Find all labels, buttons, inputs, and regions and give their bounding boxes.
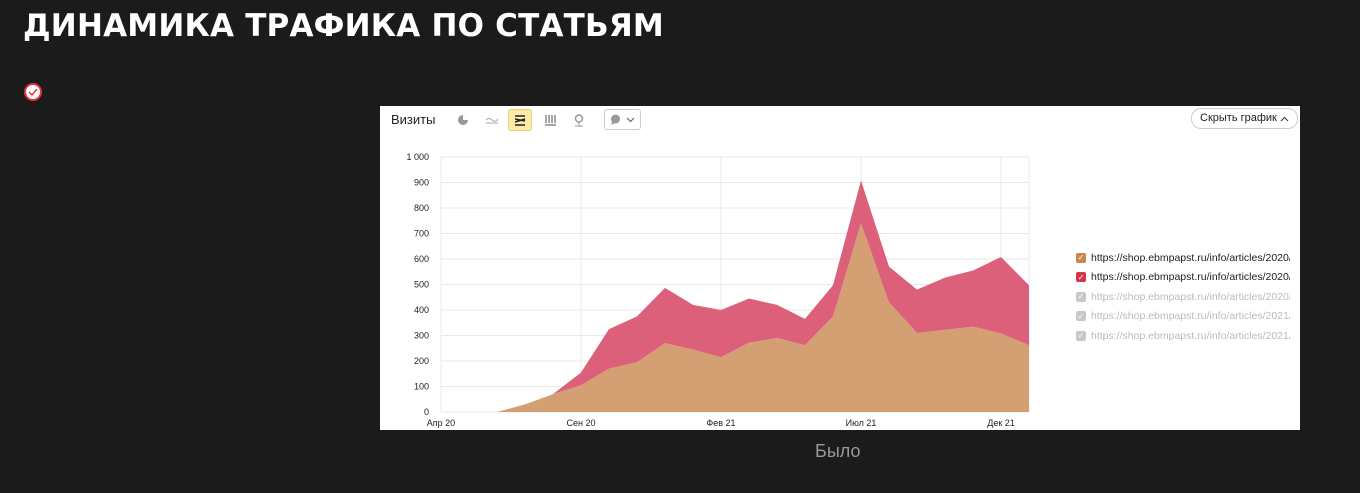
legend-label: https://shop.ebmpapst.ru/info/articles/2…: [1091, 329, 1290, 342]
legend-label: https://shop.ebmpapst.ru/info/articles/2…: [1091, 290, 1290, 303]
legend: ✓ https://shop.ebmpapst.ru/info/articles/…: [1076, 248, 1290, 346]
y-tick-label: 700: [414, 229, 429, 239]
caption: Было: [815, 441, 861, 461]
legend-label: https://shop.ebmpapst.ru/info/articles/2…: [1091, 251, 1290, 264]
y-tick-label: 300: [414, 331, 429, 341]
y-tick-label: 100: [414, 382, 429, 392]
y-tick-label: 500: [414, 280, 429, 290]
chart-screenshot: Визиты Скрыть график 0 100 200 300 400 500 600…: [380, 106, 1300, 430]
checkbox-icon[interactable]: ✓: [1076, 311, 1086, 322]
y-tick-label: 400: [414, 305, 429, 315]
checkbox-icon[interactable]: ✓: [1076, 252, 1086, 263]
x-tick-label: Фев 21: [706, 418, 735, 428]
y-tick-label: 600: [414, 254, 429, 264]
legend-label: https://shop.ebmpapst.ru/info/articles/2…: [1091, 310, 1290, 323]
y-tick-label: 900: [414, 178, 429, 188]
legend-item[interactable]: ✓ https://shop.ebmpapst.ru/info/articles/…: [1076, 248, 1290, 268]
legend-item[interactable]: ✓ https://shop.ebmpapst.ru/info/articles/…: [1076, 287, 1290, 307]
check-circle-icon: [24, 83, 42, 101]
checkbox-icon[interactable]: ✓: [1076, 272, 1086, 283]
legend-label: https://shop.ebmpapst.ru/info/articles/2…: [1091, 271, 1290, 284]
legend-item[interactable]: ✓ https://shop.ebmpapst.ru/info/articles/…: [1076, 268, 1290, 288]
y-tick-label: 0: [424, 407, 429, 417]
x-tick-label: Июл 21: [846, 418, 877, 428]
x-tick-label: Сен 20: [567, 418, 596, 428]
page-title: ДИНАМИКА ТРАФИКА ПО СТАТЬЯМ: [23, 8, 664, 44]
x-tick-label: Апр 20: [427, 418, 455, 428]
legend-item[interactable]: ✓ https://shop.ebmpapst.ru/info/articles/…: [1076, 326, 1290, 346]
checkbox-icon[interactable]: ✓: [1076, 291, 1086, 302]
y-tick-label: 800: [414, 203, 429, 213]
y-tick-label: 1 000: [406, 152, 429, 162]
checkbox-icon[interactable]: ✓: [1076, 330, 1086, 341]
y-tick-label: 200: [414, 356, 429, 366]
x-tick-label: Дек 21: [987, 418, 1015, 428]
legend-item[interactable]: ✓ https://shop.ebmpapst.ru/info/articles/…: [1076, 307, 1290, 327]
